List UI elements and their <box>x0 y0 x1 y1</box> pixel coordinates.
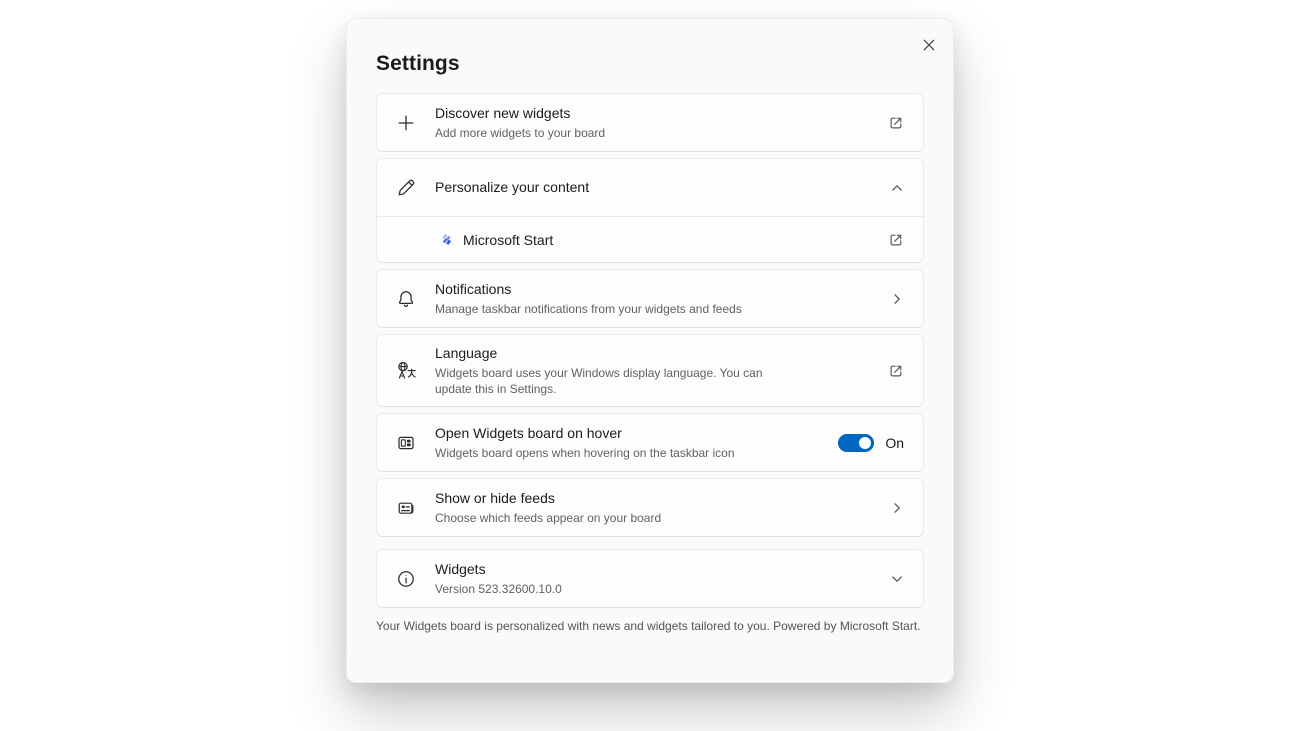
chevron-right-icon <box>890 501 923 515</box>
personalize-header-row[interactable]: Personalize your content <box>377 159 923 216</box>
pencil-icon <box>377 178 435 198</box>
card-description: Add more widgets to your board <box>435 126 606 140</box>
widgets-settings-dialog: Settings Discover new widgets Add more w… <box>346 18 954 683</box>
card-title: Open Widgets board on hover <box>435 425 622 441</box>
bell-icon <box>377 289 435 309</box>
card-show-or-hide-feeds[interactable]: Show or hide feeds Choose which feeds ap… <box>376 478 924 537</box>
plus-icon <box>377 113 435 133</box>
chevron-up-icon <box>890 181 923 195</box>
chevron-right-icon <box>890 292 923 306</box>
widgets-board-icon <box>377 433 435 453</box>
card-notifications[interactable]: Notifications Manage taskbar notificatio… <box>376 269 924 328</box>
card-open-widgets-board-on-hover: Open Widgets board on hover Widgets boar… <box>376 413 924 472</box>
feeds-icon <box>377 498 435 518</box>
card-title: Language <box>435 345 498 361</box>
close-icon <box>921 37 937 53</box>
card-discover-new-widgets[interactable]: Discover new widgets Add more widgets to… <box>376 93 924 152</box>
card-description: Version 523.32600.10.0 <box>435 582 562 596</box>
card-title: Widgets <box>435 561 486 577</box>
card-title: Notifications <box>435 281 512 297</box>
card-personalize-your-content: Personalize your content Microsoft Start <box>376 158 924 263</box>
info-icon <box>377 569 435 589</box>
footer-note: Your Widgets board is personalized with … <box>376 619 921 633</box>
external-link-icon <box>888 232 923 248</box>
card-title: Show or hide feeds <box>435 490 555 506</box>
card-description: Widgets board opens when hovering on the… <box>435 446 735 460</box>
card-description: Choose which feeds appear on your board <box>435 511 662 525</box>
translate-icon <box>377 360 435 381</box>
card-title: Personalize your content <box>435 179 590 195</box>
card-title: Discover new widgets <box>435 105 571 121</box>
microsoft-start-logo <box>438 231 455 248</box>
chevron-down-icon <box>890 572 923 586</box>
toggle-state-label: On <box>885 434 904 451</box>
microsoft-start-label: Microsoft Start <box>463 231 554 248</box>
external-link-icon <box>888 363 923 379</box>
close-button[interactable] <box>915 33 943 57</box>
external-link-icon <box>888 115 923 131</box>
microsoft-start-row[interactable]: Microsoft Start <box>377 217 923 262</box>
card-description: Manage taskbar notifications from your w… <box>435 302 742 316</box>
toggle-knob <box>859 436 872 449</box>
card-description: Widgets board uses your Windows display … <box>435 366 763 396</box>
page-title: Settings <box>376 52 460 75</box>
page-background: Settings Discover new widgets Add more w… <box>0 0 1300 731</box>
card-widgets-about[interactable]: Widgets Version 523.32600.10.0 <box>376 549 924 608</box>
hover-toggle[interactable] <box>838 433 875 452</box>
card-language[interactable]: Language Widgets board uses your Windows… <box>376 334 924 407</box>
